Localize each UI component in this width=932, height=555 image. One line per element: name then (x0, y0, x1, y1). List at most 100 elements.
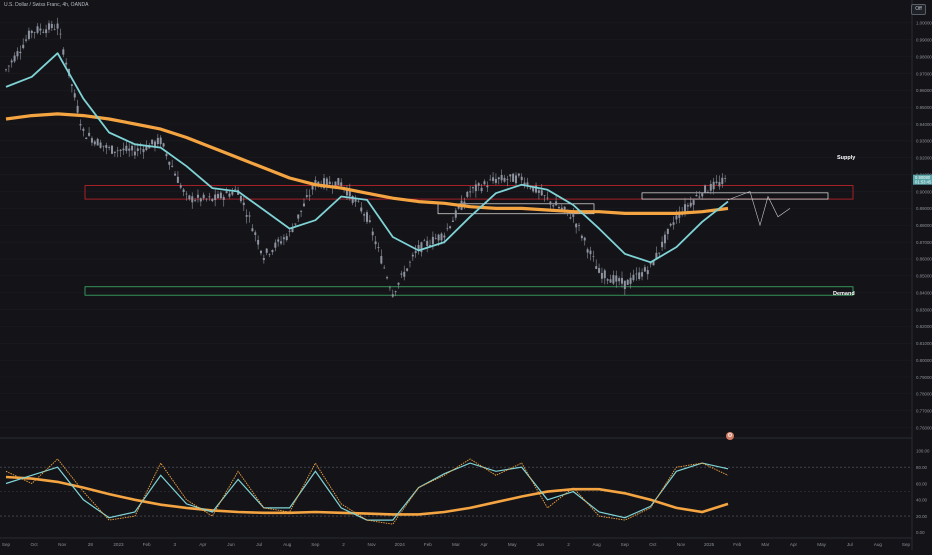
candle-body (111, 145, 114, 154)
candle-body (62, 49, 65, 55)
candle-body (294, 223, 297, 225)
candle-body (480, 187, 483, 192)
candle-body (649, 263, 652, 265)
x-tick-label: Jul (847, 542, 853, 547)
candle-body (440, 233, 443, 241)
y-tick-label: 0.97000 (916, 71, 932, 76)
candle-body (196, 194, 199, 198)
candle-body (70, 84, 73, 86)
candle-body (629, 277, 632, 284)
candle-body (626, 279, 629, 285)
candle-body (646, 270, 649, 275)
candle-body (88, 132, 91, 136)
candle-body (383, 267, 386, 269)
candle-body (116, 150, 119, 152)
candle-body (443, 235, 446, 238)
candle-body (589, 250, 592, 255)
candle-body (300, 210, 303, 212)
candle-body (555, 201, 558, 206)
candle-body (274, 242, 277, 248)
candle-body (514, 175, 517, 184)
candle-body (635, 273, 638, 275)
candle-body (228, 193, 231, 197)
candle-body (93, 141, 96, 145)
candle-body (543, 195, 546, 196)
candle-body (718, 182, 721, 187)
candle-body (472, 187, 475, 189)
candle-body (583, 237, 586, 241)
candle-body (363, 214, 366, 216)
candle-body (202, 194, 205, 199)
y-tick-label: 0.80000 (916, 358, 932, 363)
candle-body (592, 256, 595, 257)
candle-body (503, 177, 506, 182)
candle-body (277, 239, 280, 242)
candle-body (612, 275, 615, 284)
y-tick-label: 0.81000 (916, 341, 932, 346)
candle-body (13, 55, 16, 62)
candle-body (105, 145, 108, 148)
y-tick-label: 0.95000 (916, 105, 932, 110)
candle-body (641, 272, 644, 277)
candle-body (265, 248, 268, 253)
candle-body (520, 176, 523, 181)
candle-body (337, 178, 340, 186)
candle-body (125, 145, 128, 151)
candle-body (142, 148, 145, 153)
candle-body (99, 142, 102, 148)
x-tick-label: 2 (342, 542, 345, 547)
candle-body (176, 176, 179, 183)
y-tick-label: 0.87000 (916, 240, 932, 245)
candle-body (33, 32, 36, 33)
chart-canvas[interactable]: 1.00000 0.99000 0.98000 0.97000 0.96000 0.950… (0, 0, 932, 550)
x-tick-label: Jul (256, 542, 262, 547)
candle-body (406, 268, 409, 271)
candle-body (136, 148, 139, 151)
candle-body (251, 228, 254, 232)
x-tick-label: Apr (790, 542, 798, 547)
y-tick-label: 0.89000 (916, 206, 932, 211)
osc-tick-label: 40.00 (916, 498, 928, 503)
candle-body (7, 65, 10, 67)
candle-body (368, 220, 371, 222)
candle-body (469, 191, 472, 193)
candle-body (509, 174, 512, 177)
candle-body (36, 26, 39, 33)
candle-body (174, 173, 177, 176)
candle-body (560, 207, 563, 210)
candle-body (208, 196, 211, 198)
candle-body (10, 60, 13, 63)
y-tick-label: 0.99000 (916, 38, 932, 43)
candle-body (239, 195, 242, 202)
candle-body (245, 215, 248, 217)
candle-body (658, 252, 661, 254)
x-tick-label: 2025 (704, 542, 715, 547)
demand-zone-label: Demand (833, 291, 855, 297)
x-tick-label: Nov (368, 542, 377, 547)
candle-body (45, 29, 48, 34)
y-tick-label: 0.88000 (916, 223, 932, 228)
candle-body (529, 187, 532, 189)
candle-body (357, 200, 360, 202)
candle-body (704, 185, 707, 193)
candle-body (400, 273, 403, 275)
candle-body (340, 182, 343, 186)
candle-body (282, 237, 285, 240)
candle-body (715, 181, 718, 183)
x-tick-label: Nov (58, 542, 67, 547)
x-tick-label: Sep (311, 542, 320, 547)
y-tick-label: 0.98000 (916, 54, 932, 59)
x-tick-label: 2023 (113, 542, 124, 547)
candle-body (620, 277, 623, 284)
candle-body (506, 179, 509, 180)
candle-body (632, 274, 635, 281)
candle-body (483, 181, 486, 185)
indicator-settings-icon[interactable]: ⚙ (726, 432, 734, 440)
toggle-off-button[interactable]: Off (911, 4, 926, 15)
candle-body (643, 267, 646, 272)
candle-body (159, 137, 162, 145)
candle-body (248, 215, 251, 217)
candle-body (466, 191, 469, 197)
y-tick-label: 0.82000 (916, 324, 932, 329)
candle-body (403, 271, 406, 277)
